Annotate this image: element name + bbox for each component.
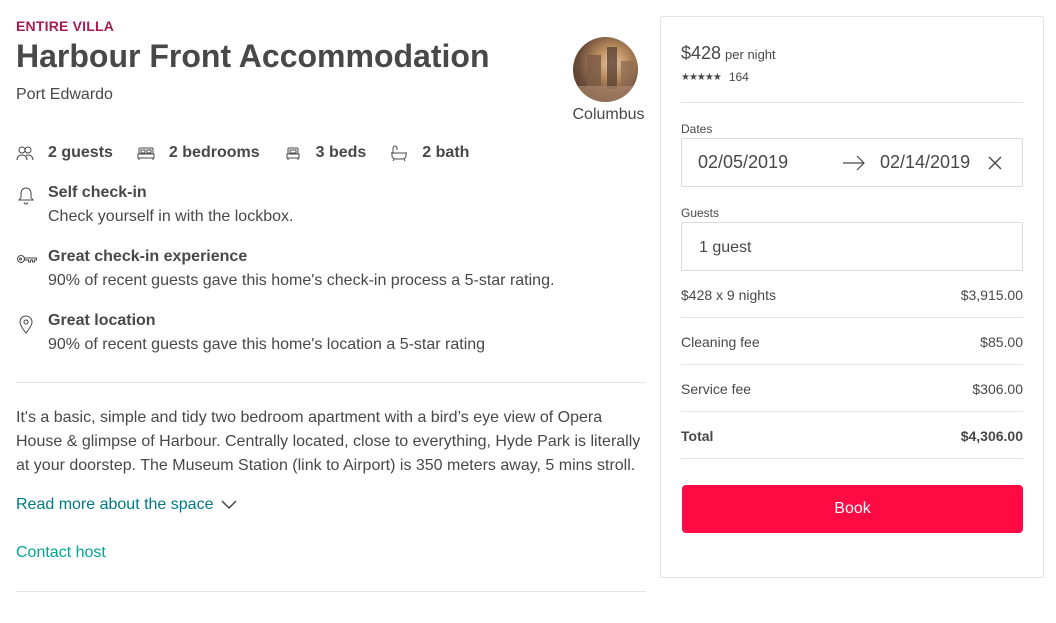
amenity-label: 3 beds bbox=[315, 144, 367, 161]
key-icon bbox=[17, 255, 37, 263]
bell-icon bbox=[17, 187, 35, 205]
feature-title: Self check-in bbox=[48, 184, 147, 201]
line-item-amount: $306.00 bbox=[972, 381, 1023, 397]
price-line-service: Service fee $306.00 bbox=[681, 381, 1023, 397]
amenity-bath: 2 bath bbox=[390, 144, 469, 162]
review-count[interactable]: 164 bbox=[729, 70, 749, 84]
price-row: $428 per night bbox=[681, 43, 776, 64]
line-item-label: Cleaning fee bbox=[681, 334, 760, 350]
per-night-label: per night bbox=[725, 47, 776, 62]
line-item-amount: $3,915.00 bbox=[960, 287, 1023, 303]
feature-description: Check yourself in with the lockbox. bbox=[48, 208, 294, 225]
guests-icon bbox=[16, 146, 34, 161]
chevron-down-icon[interactable] bbox=[221, 500, 237, 510]
card-divider bbox=[681, 411, 1023, 412]
total-amount: $4,306.00 bbox=[960, 428, 1023, 444]
amenities-row: 2 guests 2 bedrooms 3 beds 2 bath bbox=[16, 144, 493, 162]
card-divider bbox=[681, 317, 1023, 318]
check-out-date[interactable]: 02/14/2019 bbox=[880, 152, 970, 173]
card-divider bbox=[681, 102, 1023, 103]
feature-title: Great check-in experience bbox=[48, 248, 248, 265]
line-item-amount: $85.00 bbox=[980, 334, 1023, 350]
dates-label: Dates bbox=[681, 122, 713, 136]
amenity-beds: 3 beds bbox=[284, 144, 367, 162]
line-item-label: Service fee bbox=[681, 381, 752, 397]
guests-selector[interactable]: 1 guest bbox=[681, 222, 1023, 271]
amenity-guests: 2 guests bbox=[16, 144, 113, 162]
card-divider bbox=[681, 458, 1023, 459]
read-more-link[interactable]: Read more about the space bbox=[16, 496, 237, 514]
feature-checkin-experience: Great check-in experience 90% of recent … bbox=[16, 245, 554, 293]
dates-picker[interactable]: 02/05/2019 02/14/2019 bbox=[681, 138, 1023, 187]
host-avatar[interactable] bbox=[573, 37, 638, 102]
line-item-label: $428 x 9 nights bbox=[681, 287, 776, 303]
feature-description: 90% of recent guests gave this home's lo… bbox=[48, 336, 486, 353]
feature-description: 90% of recent guests gave this home's ch… bbox=[48, 272, 555, 289]
amenity-label: 2 bath bbox=[422, 144, 470, 161]
total-label: Total bbox=[681, 428, 714, 444]
section-divider bbox=[16, 382, 646, 383]
contact-host-link[interactable]: Contact host bbox=[16, 544, 106, 562]
booking-card: $428 per night ★★★★★ 164 Dates 02/05/201… bbox=[660, 16, 1044, 578]
close-icon[interactable] bbox=[988, 156, 1002, 170]
arrow-right-icon bbox=[843, 155, 865, 171]
host-name[interactable]: Columbus bbox=[571, 106, 646, 124]
nightly-price: $428 bbox=[681, 43, 722, 63]
feature-location: Great location 90% of recent guests gave… bbox=[16, 309, 485, 357]
amenity-label: 2 bedrooms bbox=[168, 144, 260, 161]
host-profile[interactable]: Columbus bbox=[571, 37, 646, 124]
bed-icon bbox=[137, 147, 155, 160]
listing-title: Harbour Front Accommodation bbox=[16, 38, 490, 74]
guests-value[interactable]: 1 guest bbox=[699, 239, 751, 257]
listing-description: It's a basic, simple and tidy two bedroo… bbox=[16, 409, 641, 474]
check-in-date[interactable]: 02/05/2019 bbox=[698, 152, 788, 173]
bathtub-icon bbox=[391, 145, 408, 162]
price-line-total: Total $4,306.00 bbox=[681, 428, 1023, 444]
bed-single-icon bbox=[286, 147, 300, 160]
feature-title: Great location bbox=[48, 312, 156, 329]
read-more-label[interactable]: Read more about the space bbox=[16, 496, 213, 514]
listing-type: ENTIRE VILLA bbox=[16, 18, 115, 34]
card-divider bbox=[681, 364, 1023, 365]
price-line-nights: $428 x 9 nights $3,915.00 bbox=[681, 287, 1023, 303]
amenity-label: 2 guests bbox=[48, 144, 113, 161]
amenity-bedrooms: 2 bedrooms bbox=[137, 144, 260, 162]
rating[interactable]: ★★★★★ 164 bbox=[681, 70, 749, 84]
feature-self-checkin: Self check-in Check yourself in with the… bbox=[16, 181, 293, 229]
price-line-cleaning: Cleaning fee $85.00 bbox=[681, 334, 1023, 350]
star-rating-icon: ★★★★★ bbox=[681, 71, 722, 83]
location-pin-icon bbox=[19, 315, 33, 334]
book-button[interactable]: Book bbox=[682, 485, 1023, 533]
listing-location: Port Edwardo bbox=[16, 86, 113, 103]
guests-label: Guests bbox=[681, 206, 720, 220]
section-divider bbox=[16, 591, 646, 592]
